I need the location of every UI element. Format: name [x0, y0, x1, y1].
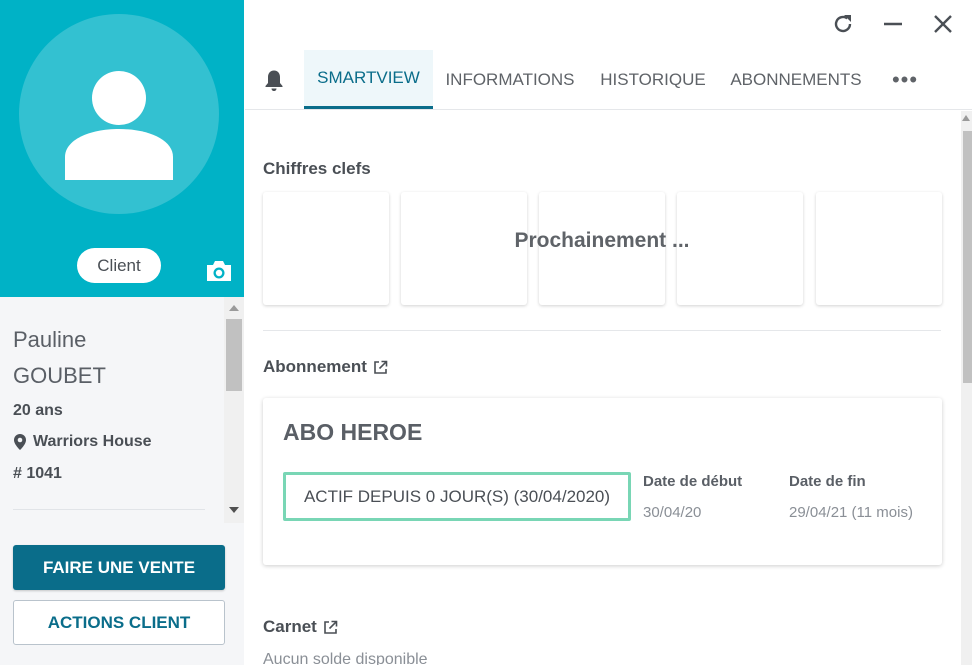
open-external-icon[interactable] — [323, 620, 338, 635]
client-type-badge: Client — [77, 248, 161, 283]
tab-bar: SMARTVIEW INFORMATIONS HISTORIQUE ABONNE… — [245, 50, 972, 110]
make-sale-button[interactable]: FAIRE UNE VENTE — [13, 545, 225, 590]
coming-soon-label: Prochainement ... — [514, 229, 690, 252]
scroll-down-arrow-icon[interactable] — [229, 507, 239, 513]
client-actions-button[interactable]: ACTIONS CLIENT — [13, 600, 225, 645]
profile-header: Client — [0, 0, 244, 297]
tab-abonnements[interactable]: ABONNEMENTS — [726, 50, 866, 109]
scrollbar-thumb[interactable] — [963, 131, 972, 383]
refresh-icon[interactable] — [824, 8, 862, 40]
start-date-label: Date de début — [643, 473, 743, 490]
end-date-label: Date de fin — [789, 473, 866, 490]
user-silhouette-icon — [65, 71, 173, 180]
client-location-label: Warriors House — [33, 433, 152, 450]
tab-smartview[interactable]: SMARTVIEW — [304, 50, 433, 109]
scroll-up-arrow-icon[interactable] — [962, 115, 970, 121]
close-icon[interactable] — [924, 8, 962, 40]
window-controls — [824, 8, 962, 40]
subscription-status-badge: ACTIF DEPUIS 0 JOUR(S) (30/04/2020) — [283, 472, 631, 521]
scroll-up-arrow-icon[interactable] — [229, 305, 239, 311]
scrollbar-thumb[interactable] — [226, 319, 242, 391]
subscription-section-title: Abonnement — [263, 357, 388, 377]
key-figures-title: Chiffres clefs — [263, 159, 371, 178]
client-window: Client Pauline GOUBET 20 ans Warriors Ho… — [0, 0, 972, 665]
client-first-name: Pauline — [13, 327, 87, 352]
more-tabs-icon[interactable]: ••• — [887, 50, 923, 109]
divider — [13, 509, 205, 510]
carnet-title-label: Carnet — [263, 617, 317, 636]
avatar — [19, 14, 219, 214]
client-sidebar: Client Pauline GOUBET 20 ans Warriors Ho… — [0, 0, 244, 665]
tab-informations[interactable]: INFORMATIONS — [440, 50, 580, 109]
subscription-card[interactable]: ABO HEROE ACTIF DEPUIS 0 JOUR(S) (30/04/… — [263, 398, 942, 565]
content-scrollbar[interactable] — [961, 111, 972, 665]
client-type-label: Client — [97, 255, 141, 275]
location-pin-icon — [14, 434, 26, 450]
client-last-name: GOUBET — [13, 363, 106, 388]
client-id: # 1041 — [13, 465, 62, 482]
section-divider — [263, 330, 941, 331]
minimize-icon[interactable] — [874, 8, 912, 40]
sidebar-scrollbar[interactable] — [224, 297, 244, 523]
client-age: 20 ans — [13, 402, 63, 419]
client-location: Warriors House — [13, 433, 152, 451]
start-date-value: 30/04/20 — [643, 504, 702, 521]
tab-historique[interactable]: HISTORIQUE — [595, 50, 711, 109]
camera-icon[interactable] — [205, 259, 233, 283]
bell-icon[interactable] — [262, 68, 286, 92]
subscription-title-label: Abonnement — [263, 357, 367, 376]
open-external-icon[interactable] — [373, 360, 388, 375]
carnet-empty-message: Aucun solde disponible — [263, 651, 428, 665]
end-date-value: 29/04/21 (11 mois) — [789, 504, 913, 521]
carnet-section-title: Carnet — [263, 617, 338, 637]
subscription-name: ABO HEROE — [283, 419, 423, 445]
smartview-content: Chiffres clefs Prochainement ... Abonnem… — [245, 111, 961, 665]
